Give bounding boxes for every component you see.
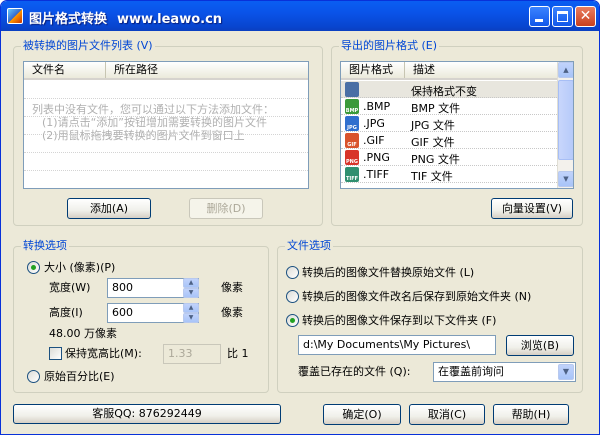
rename-save-label[interactable]: 转换后的图像文件改名后保存到原始文件夹 (N) — [302, 290, 531, 304]
format-row[interactable]: TIFF .TIFF TIF 文件 — [341, 166, 557, 183]
source-list-header: 文件名 所在路径 — [24, 62, 308, 80]
output-folder-input[interactable]: d:\My Documents\My Pictures\ — [298, 335, 496, 355]
aspect-ratio-input[interactable]: 1.33 — [163, 344, 221, 364]
close-icon: ✕ — [579, 8, 592, 24]
column-header-path[interactable]: 所在路径 — [106, 62, 308, 78]
list-gridline — [24, 152, 308, 153]
row-divider — [341, 182, 557, 183]
main-window: 图片格式转换 www.leawo.cn ✕ 被转换的图片文件列表 (V) 文件名 … — [0, 0, 600, 435]
app-icon — [7, 8, 23, 24]
window-title: 图片格式转换 www.leawo.cn — [29, 8, 222, 27]
column-header-format[interactable]: 图片格式 — [341, 62, 405, 78]
size-pixels-label[interactable]: 大小 (像素)(P) — [44, 261, 115, 275]
minimize-button[interactable] — [529, 6, 550, 27]
format-row[interactable]: BMP .BMP BMP 文件 — [341, 98, 557, 115]
column-header-description[interactable]: 描述 — [405, 62, 557, 78]
bmp-file-icon: BMP — [345, 99, 359, 114]
column-header-filename[interactable]: 文件名 — [24, 62, 106, 78]
replace-original-label[interactable]: 转换后的图像文件替换原始文件 (L) — [302, 266, 474, 280]
height-label: 高度(I) — [49, 306, 83, 319]
ok-button[interactable]: 确定(O) — [323, 404, 401, 425]
chevron-down-icon[interactable]: ▼ — [558, 364, 574, 380]
source-list-group-title: 被转换的图片文件列表 (V) — [21, 39, 155, 52]
convert-options-group-title: 转换选项 — [21, 239, 69, 252]
window-title-text: 图片格式转换 — [29, 12, 108, 27]
window-title-site: www.leawo.cn — [117, 12, 223, 27]
format-row[interactable]: GIF .GIF GIF 文件 — [341, 132, 557, 149]
width-spinner[interactable]: ▲ ▼ — [183, 278, 199, 298]
format-row[interactable]: PNG .PNG PNG 文件 — [341, 149, 557, 166]
overwrite-select-value: 在覆盖前询问 — [438, 365, 504, 378]
format-extension: .BMP — [363, 100, 391, 113]
rename-save-radio[interactable] — [286, 290, 299, 303]
format-extension: .TIFF — [363, 168, 390, 181]
scroll-down-icon: ▼ — [563, 175, 569, 183]
overwrite-label: 覆盖已存在的文件 (Q): — [298, 365, 411, 378]
width-unit-label: 像素 — [221, 281, 243, 294]
gif-file-icon: GIF — [345, 133, 359, 148]
scroll-up-icon: ▲ — [563, 66, 569, 74]
minimize-icon — [535, 19, 543, 22]
help-button[interactable]: 帮助(H) — [493, 404, 569, 425]
empty-list-hint-line-3: (2)用鼠标拖拽要转换的图片文件到窗口上 — [42, 129, 245, 142]
add-button[interactable]: 添加(A) — [67, 198, 151, 219]
keep-format-icon — [345, 82, 359, 97]
height-unit-label: 像素 — [221, 306, 243, 319]
format-row[interactable]: JPG .JPG JPG 文件 — [341, 115, 557, 132]
title-bar[interactable]: 图片格式转换 www.leawo.cn ✕ — [1, 1, 599, 31]
keep-aspect-ratio-label[interactable]: 保持宽高比(M): — [65, 347, 142, 361]
format-extension: .JPG — [363, 117, 385, 130]
empty-list-hint-line-2: (1)请点击“添加”按钮增加需要转换的图片文件 — [42, 116, 267, 129]
format-extension: .GIF — [363, 134, 385, 147]
scroll-down-button[interactable]: ▼ — [558, 171, 573, 187]
close-button[interactable]: ✕ — [575, 6, 596, 27]
delete-button[interactable]: 删除(D) — [189, 198, 263, 219]
export-format-group-title: 导出的图片格式 (E) — [339, 39, 440, 52]
replace-original-radio[interactable] — [286, 266, 299, 279]
width-up-icon[interactable]: ▲ — [183, 278, 199, 288]
export-format-list[interactable]: 图片格式 描述 保持格式不变 BMP .BMP BMP 文件 JPG .JPG JPG 文件… — [340, 61, 574, 189]
width-down-icon[interactable]: ▼ — [183, 288, 199, 298]
cancel-button[interactable]: 取消(C) — [409, 404, 485, 425]
jpg-file-icon: JPG — [345, 116, 359, 131]
scroll-up-button[interactable]: ▲ — [558, 62, 573, 78]
format-list-scrollbar[interactable]: ▲ ▼ — [557, 62, 573, 188]
scroll-thumb[interactable] — [558, 80, 573, 160]
format-extension: .PNG — [363, 151, 390, 164]
maximize-button[interactable] — [552, 6, 573, 27]
keep-aspect-ratio-checkbox[interactable] — [49, 347, 62, 360]
aspect-ratio-suffix: 比 1 — [227, 347, 249, 360]
support-qq-button[interactable]: 客服QQ: 876292449 — [13, 404, 281, 424]
vector-settings-button[interactable]: 向量设置(V) — [491, 198, 573, 219]
save-to-folder-label[interactable]: 转换后的图像文件保存到以下文件夹 (F) — [302, 314, 496, 328]
maximize-icon — [557, 11, 568, 22]
overwrite-select[interactable]: 在覆盖前询问 ▼ — [433, 362, 576, 382]
empty-list-hint-line-1: 列表中没有文件，您可以通过以下方法添加文件： — [32, 103, 274, 116]
size-pixels-radio[interactable] — [27, 261, 40, 274]
list-gridline — [24, 98, 308, 99]
source-file-list[interactable]: 文件名 所在路径 列表中没有文件，您可以通过以下方法添加文件： (1)请点击“添… — [23, 61, 309, 189]
file-options-group-title: 文件选项 — [285, 239, 333, 252]
browse-button[interactable]: 浏览(B) — [506, 335, 574, 356]
megapixels-readout: 48.00 万像素 — [49, 327, 117, 340]
format-row[interactable]: 保持格式不变 — [341, 81, 557, 98]
original-percent-radio[interactable] — [27, 370, 40, 383]
height-up-icon[interactable]: ▲ — [183, 303, 199, 313]
original-percent-label[interactable]: 原始百分比(E) — [44, 370, 115, 384]
list-gridline — [24, 170, 308, 171]
png-file-icon: PNG — [345, 150, 359, 165]
format-list-header: 图片格式 描述 — [341, 62, 557, 80]
height-down-icon[interactable]: ▼ — [183, 313, 199, 323]
height-spinner[interactable]: ▲ ▼ — [183, 303, 199, 323]
width-label: 宽度(W) — [49, 281, 91, 294]
save-to-folder-radio[interactable] — [286, 314, 299, 327]
tiff-file-icon: TIFF — [345, 167, 359, 182]
